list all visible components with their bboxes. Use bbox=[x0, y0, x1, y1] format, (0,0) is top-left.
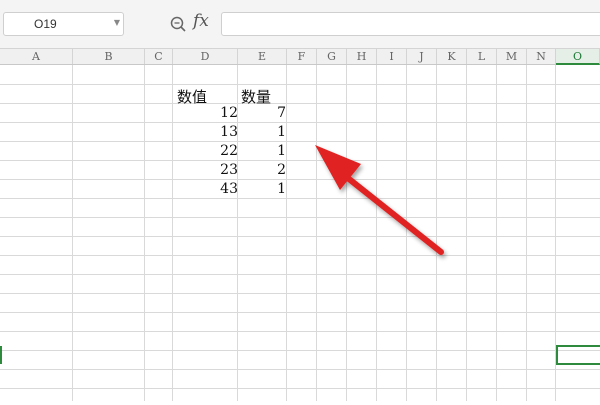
cell-e5[interactable]: 1 bbox=[240, 143, 286, 159]
cell-d7[interactable]: 43 bbox=[178, 181, 238, 197]
column-header-h[interactable]: H bbox=[347, 49, 377, 64]
column-header-m[interactable]: M bbox=[497, 49, 527, 64]
formula-input[interactable] bbox=[221, 12, 600, 36]
cell-e4[interactable]: 1 bbox=[240, 124, 286, 140]
selected-cell-o19[interactable] bbox=[556, 345, 600, 365]
gridlines bbox=[0, 65, 600, 401]
column-header-n[interactable]: N bbox=[527, 49, 556, 64]
column-header-k[interactable]: K bbox=[437, 49, 467, 64]
cell-d2-header[interactable]: 数值 bbox=[177, 86, 207, 107]
cell-e6[interactable]: 2 bbox=[240, 162, 286, 178]
cell-e2-header[interactable]: 数量 bbox=[241, 86, 271, 107]
fx-icon[interactable]: fx bbox=[193, 11, 209, 31]
cell-d6[interactable]: 23 bbox=[178, 162, 238, 178]
cell-d5[interactable]: 22 bbox=[178, 143, 238, 159]
chevron-down-icon[interactable]: ▼ bbox=[114, 18, 120, 27]
formula-bar: O19 ▼ fx bbox=[0, 0, 600, 48]
column-header-c[interactable]: C bbox=[145, 49, 173, 64]
cell-e7[interactable]: 1 bbox=[240, 181, 286, 197]
cell-d3[interactable]: 12 bbox=[178, 105, 238, 121]
name-box[interactable]: O19 ▼ bbox=[3, 12, 124, 36]
column-header-f[interactable]: F bbox=[287, 49, 317, 64]
cell-e3[interactable]: 7 bbox=[240, 105, 286, 121]
worksheet-grid[interactable]: 数值 数量 12 7 13 1 22 1 23 2 43 1 bbox=[0, 65, 600, 401]
name-box-value: O19 bbox=[34, 17, 57, 31]
column-header-g[interactable]: G bbox=[317, 49, 347, 64]
cell-d4[interactable]: 13 bbox=[178, 124, 238, 140]
active-row-marker bbox=[0, 346, 2, 364]
column-header-j[interactable]: J bbox=[407, 49, 437, 64]
column-header-l[interactable]: L bbox=[467, 49, 497, 64]
column-header-b[interactable]: B bbox=[73, 49, 145, 64]
column-header-d[interactable]: D bbox=[173, 49, 238, 64]
zoom-magnifier-icon[interactable] bbox=[169, 15, 187, 33]
column-header-o[interactable]: O bbox=[556, 49, 600, 65]
column-header-row: ABCDEFGHIJKLMNO bbox=[0, 48, 600, 65]
column-header-i[interactable]: I bbox=[377, 49, 407, 64]
column-header-a[interactable]: A bbox=[0, 49, 73, 64]
column-header-e[interactable]: E bbox=[238, 49, 287, 64]
